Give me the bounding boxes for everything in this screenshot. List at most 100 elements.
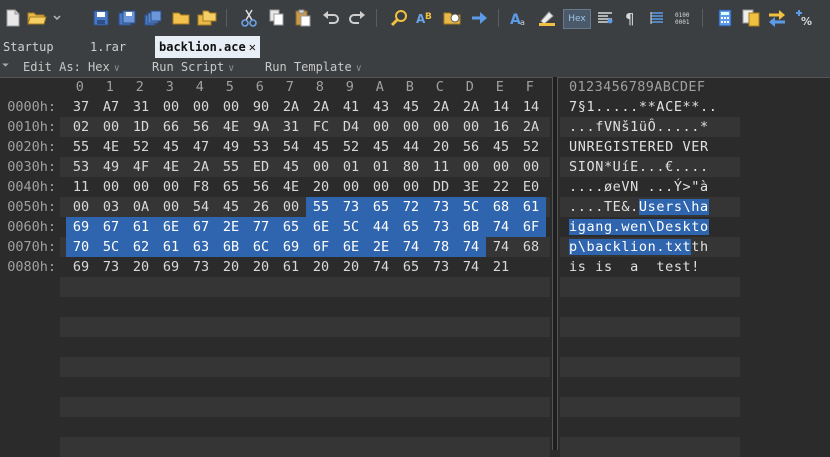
- ascii-text[interactable]: SION*UíE...€....: [569, 157, 709, 177]
- hex-byte[interactable]: 45: [216, 197, 246, 217]
- hex-byte[interactable]: 68: [486, 197, 516, 217]
- hex-byte[interactable]: 00: [96, 117, 126, 137]
- hex-byte[interactable]: 77: [246, 217, 276, 237]
- hex-byte[interactable]: 4F: [126, 157, 156, 177]
- hex-byte[interactable]: 67: [96, 217, 126, 237]
- ascii-text[interactable]: p\backlion.txtth: [569, 237, 709, 257]
- hex-byte[interactable]: 01: [366, 157, 396, 177]
- ascii-text[interactable]: is is a test!: [569, 257, 700, 277]
- hex-byte[interactable]: 22: [486, 177, 516, 197]
- hex-byte[interactable]: 00: [126, 177, 156, 197]
- hex-mode-button[interactable]: Hex: [563, 9, 591, 29]
- hex-byte[interactable]: 6B: [456, 217, 486, 237]
- hex-byte[interactable]: 20: [246, 257, 276, 277]
- hex-byte[interactable]: 44: [396, 137, 426, 157]
- hex-byte[interactable]: 73: [426, 217, 456, 237]
- hex-byte[interactable]: 5C: [96, 237, 126, 257]
- hex-byte[interactable]: 20: [216, 257, 246, 277]
- hex-byte[interactable]: 5C: [456, 197, 486, 217]
- ascii-text[interactable]: UNREGISTERED VER: [569, 137, 709, 157]
- hex-byte[interactable]: 69: [276, 237, 306, 257]
- hex-byte[interactable]: 00: [156, 97, 186, 117]
- hex-byte[interactable]: 49: [96, 157, 126, 177]
- hex-byte[interactable]: 65: [366, 197, 396, 217]
- hex-byte[interactable]: 6F: [516, 217, 546, 237]
- hex-byte[interactable]: 2A: [276, 97, 306, 117]
- paste-icon[interactable]: [292, 7, 314, 29]
- hex-byte[interactable]: 1D: [126, 117, 156, 137]
- hex-byte[interactable]: 00: [336, 177, 366, 197]
- hex-byte[interactable]: 74: [486, 237, 516, 257]
- columns-icon[interactable]: [594, 7, 616, 29]
- highlight-icon[interactable]: [536, 7, 558, 29]
- hex-byte[interactable]: 65: [396, 257, 426, 277]
- hex-byte[interactable]: 52: [336, 137, 366, 157]
- hex-byte[interactable]: 20: [306, 257, 336, 277]
- hex-byte[interactable]: 6E: [336, 237, 366, 257]
- hex-byte[interactable]: 55: [66, 137, 96, 157]
- hex-byte[interactable]: 2E: [366, 237, 396, 257]
- percent-icon[interactable]: %: [792, 7, 814, 29]
- new-file-icon[interactable]: [2, 7, 24, 29]
- binary-icon[interactable]: 0100 0001: [672, 7, 694, 29]
- hex-byte[interactable]: 02: [66, 117, 96, 137]
- hex-byte[interactable]: 74: [366, 257, 396, 277]
- hex-byte[interactable]: DD: [426, 177, 456, 197]
- hex-byte[interactable]: 00: [396, 117, 426, 137]
- hex-byte[interactable]: 41: [336, 97, 366, 117]
- hex-byte[interactable]: 54: [186, 197, 216, 217]
- hex-byte[interactable]: 78: [426, 237, 456, 257]
- hex-byte[interactable]: 2E: [216, 217, 246, 237]
- tab-backlion-ace[interactable]: backlion.ace ✕: [155, 36, 260, 58]
- hex-byte[interactable]: 69: [156, 257, 186, 277]
- hex-byte[interactable]: 26: [246, 197, 276, 217]
- hex-byte[interactable]: 00: [156, 177, 186, 197]
- hex-byte[interactable]: 6F: [306, 237, 336, 257]
- hex-byte[interactable]: 56: [186, 117, 216, 137]
- hex-byte[interactable]: 62: [126, 237, 156, 257]
- hex-byte[interactable]: 73: [426, 257, 456, 277]
- hex-byte[interactable]: 31: [276, 117, 306, 137]
- hex-byte[interactable]: 00: [396, 177, 426, 197]
- hex-byte[interactable]: 63: [186, 237, 216, 257]
- hex-byte[interactable]: 47: [186, 137, 216, 157]
- hex-byte[interactable]: 6B: [216, 237, 246, 257]
- hex-byte[interactable]: 65: [276, 217, 306, 237]
- hex-byte[interactable]: 61: [276, 257, 306, 277]
- hex-byte[interactable]: D4: [336, 117, 366, 137]
- hex-byte[interactable]: 14: [516, 97, 546, 117]
- hex-byte[interactable]: 61: [156, 237, 186, 257]
- hex-byte[interactable]: 45: [396, 97, 426, 117]
- hex-byte[interactable]: 00: [486, 157, 516, 177]
- hex-byte[interactable]: F8: [186, 177, 216, 197]
- hex-byte[interactable]: 21: [486, 257, 516, 277]
- run-script-menu[interactable]: Run Script ∨: [152, 60, 234, 74]
- hex-byte[interactable]: 00: [306, 157, 336, 177]
- hex-byte[interactable]: 73: [186, 257, 216, 277]
- save-all-icon[interactable]: [142, 7, 164, 29]
- goto-arrow-icon[interactable]: [468, 7, 490, 29]
- hex-byte[interactable]: 00: [366, 177, 396, 197]
- replace-icon[interactable]: AB: [414, 7, 436, 29]
- hex-byte[interactable]: 65: [396, 217, 426, 237]
- hex-byte[interactable]: 00: [96, 177, 126, 197]
- hex-byte[interactable]: 52: [126, 137, 156, 157]
- workspace-folders-icon[interactable]: [196, 7, 218, 29]
- hex-byte[interactable]: 20: [336, 257, 366, 277]
- tab-startup[interactable]: Startup: [3, 36, 54, 58]
- hex-byte[interactable]: 00: [156, 197, 186, 217]
- hex-byte[interactable]: 11: [66, 177, 96, 197]
- find-in-files-icon[interactable]: [442, 7, 464, 29]
- hex-byte[interactable]: FC: [306, 117, 336, 137]
- folder-icon[interactable]: [170, 7, 192, 29]
- swap-arrows-icon[interactable]: [766, 7, 788, 29]
- hex-byte[interactable]: 45: [306, 137, 336, 157]
- hex-byte[interactable]: 49: [216, 137, 246, 157]
- hex-byte[interactable]: 00: [456, 117, 486, 137]
- hex-byte[interactable]: 20: [306, 177, 336, 197]
- hex-byte[interactable]: 74: [456, 257, 486, 277]
- hex-byte[interactable]: 74: [456, 237, 486, 257]
- hex-byte[interactable]: 44: [366, 217, 396, 237]
- hex-byte[interactable]: 14: [486, 97, 516, 117]
- find-icon[interactable]: [388, 7, 410, 29]
